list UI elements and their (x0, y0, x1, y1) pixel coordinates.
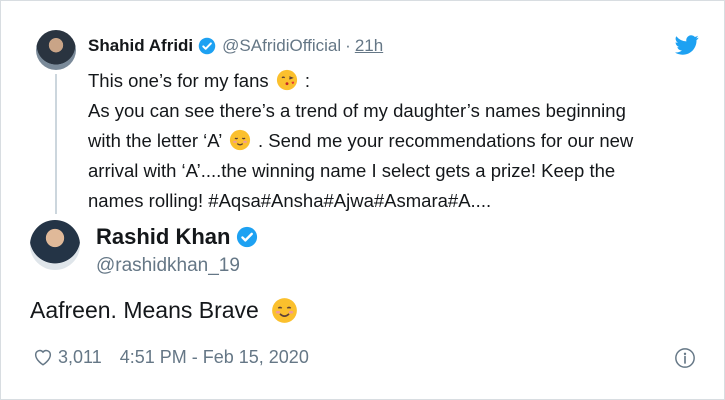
tweet-line: arrival with ‘A’....the winning name I s… (88, 160, 616, 181)
verified-badge-icon (198, 37, 216, 55)
info-icon[interactable] (674, 347, 696, 369)
parent-author-handle[interactable]: @SAfridiOfficial (222, 36, 341, 56)
thread-connector-line (55, 74, 57, 214)
tweet-line: As you can see there’s a trend of my dau… (88, 100, 626, 121)
parent-tweet-header: Shahid Afridi @SAfridiOfficial · 21h (88, 36, 383, 56)
header-separator: · (345, 36, 351, 55)
like-count[interactable]: 3,011 (58, 347, 102, 368)
heart-icon[interactable] (32, 346, 54, 368)
kiss-emoji-icon (276, 69, 297, 91)
tweet-line: with the letter ‘A’ . Send me your recom… (88, 129, 634, 151)
reply-author-handle[interactable]: @rashidkhan_19 (96, 255, 240, 277)
tweet-line: This one’s for my fans : (88, 69, 311, 91)
parent-tweet-text: This one’s for my fans : As you can see … (88, 66, 698, 216)
reply-author-name[interactable]: Rashid Khan (96, 224, 230, 250)
twitter-bird-icon[interactable] (675, 33, 699, 57)
reply-author-row: Rashid Khan (96, 224, 258, 250)
smile-emoji-icon (272, 298, 298, 323)
tweet-line: names rolling! #Aqsa#Ansha#Ajwa#Asmara#A… (88, 190, 492, 211)
tweet-timestamp[interactable]: 4:51 PM - Feb 15, 2020 (120, 347, 309, 368)
parent-tweet-time[interactable]: 21h (355, 36, 383, 56)
reply-author-avatar[interactable] (30, 220, 80, 270)
parent-author-name[interactable]: Shahid Afridi (88, 36, 193, 56)
parent-author-avatar[interactable] (36, 30, 76, 70)
tweet-meta-row: 3,011 4:51 PM - Feb 15, 2020 (32, 346, 309, 368)
blush-emoji-icon (229, 129, 250, 151)
verified-badge-icon (237, 226, 258, 248)
reply-tweet-text: Aafreen. Means Brave (30, 297, 300, 324)
